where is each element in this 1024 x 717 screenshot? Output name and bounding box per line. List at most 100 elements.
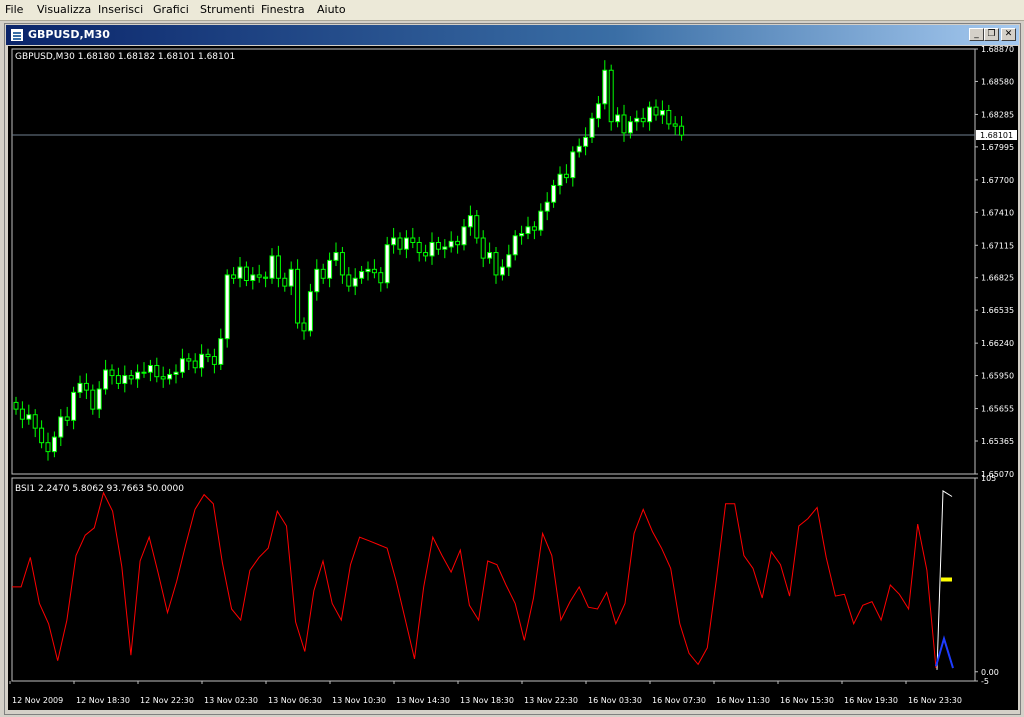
- menu-visualizza[interactable]: Visualizza: [37, 3, 91, 16]
- price-axis-label: 1.66240: [981, 339, 1014, 348]
- candle-body: [352, 277, 358, 287]
- candle-body: [474, 215, 480, 239]
- time-axis-label: 13 Nov 10:30: [332, 696, 386, 705]
- indicator-axis-label: 105: [981, 474, 996, 483]
- candle-body: [282, 277, 288, 287]
- time-axis-label: 13 Nov 02:30: [204, 696, 258, 705]
- candle-body: [128, 375, 134, 380]
- candle-body: [45, 442, 51, 453]
- candle-body: [531, 226, 537, 231]
- candle-body: [371, 268, 377, 274]
- candle-body: [77, 382, 83, 393]
- candle-body: [192, 360, 198, 369]
- menu-aiuto[interactable]: Aiuto: [317, 3, 346, 16]
- candle-body: [634, 117, 640, 123]
- menu-finestra[interactable]: Finestra: [261, 3, 305, 16]
- candle-body: [640, 117, 646, 123]
- candle-body: [659, 110, 665, 116]
- candle-body: [19, 408, 25, 420]
- candle-body: [179, 358, 185, 373]
- indicator-blue-line: [935, 635, 954, 669]
- menu-strumenti[interactable]: Strumenti: [200, 3, 255, 16]
- candle-body: [627, 121, 633, 134]
- candle-body: [269, 255, 275, 279]
- time-axis-label: 16 Nov 07:30: [652, 696, 706, 705]
- candle-body: [672, 123, 678, 127]
- candle-body: [595, 103, 601, 119]
- candle-body: [359, 271, 365, 279]
- candle-body: [122, 375, 128, 384]
- candle-body: [307, 291, 313, 332]
- candle-body: [615, 114, 621, 123]
- candle-body: [301, 322, 307, 332]
- current-price-label: 1.68101: [980, 131, 1013, 140]
- candle-body: [384, 244, 390, 284]
- candle-body: [39, 427, 45, 444]
- candle-body: [96, 388, 102, 410]
- price-axis-label: 1.66825: [981, 274, 1014, 283]
- candle-body: [167, 373, 173, 380]
- candle-body: [589, 117, 595, 138]
- time-axis-label: 16 Nov 11:30: [716, 696, 770, 705]
- candle-body: [538, 210, 544, 231]
- candle-body: [205, 353, 211, 358]
- candle-body: [103, 369, 109, 390]
- price-axis-label: 1.65365: [981, 437, 1014, 446]
- candle-body: [499, 266, 505, 276]
- indicator-axis-label: -5: [981, 677, 989, 686]
- restore-button[interactable]: ❐: [984, 28, 999, 41]
- minimize-button[interactable]: _: [969, 28, 984, 41]
- indicator-red-line: [12, 491, 937, 669]
- price-axis-label: 1.67115: [981, 241, 1014, 250]
- candle-body: [403, 237, 409, 250]
- candle-body: [26, 414, 32, 420]
- window-titlebar[interactable]: GBPUSD,M30 _ ❐ ✕: [6, 25, 1019, 45]
- candle-body: [679, 125, 685, 136]
- candle-body: [320, 268, 326, 279]
- candle-body: [173, 371, 179, 375]
- candle-body: [397, 237, 403, 250]
- candle-body: [90, 389, 96, 410]
- candle-body: [115, 375, 121, 384]
- menu-grafici[interactable]: Grafici: [153, 3, 189, 16]
- window-title: GBPUSD,M30: [28, 28, 110, 41]
- candle-body: [666, 110, 672, 125]
- candle-body: [141, 371, 147, 374]
- candle-body: [243, 266, 249, 282]
- price-axis-label: 1.67700: [981, 176, 1014, 185]
- price-axis-label: 1.68580: [981, 77, 1014, 86]
- price-axis-label: 1.67995: [981, 143, 1014, 152]
- candle-body: [333, 252, 339, 261]
- time-axis-label: 16 Nov 19:30: [844, 696, 898, 705]
- chart-area[interactable]: 1.68870 1.68580 1.68285 1.67995 1.67700 1.674…: [8, 45, 1018, 710]
- price-axis-label: 1.67410: [981, 208, 1014, 217]
- time-axis-label: 16 Nov 03:30: [588, 696, 642, 705]
- candle-body: [109, 369, 115, 377]
- time-axis-label: 12 Nov 2009: [12, 696, 63, 705]
- time-axis-label: 13 Nov 18:30: [460, 696, 514, 705]
- candle-body: [576, 145, 582, 153]
- candle-body: [480, 237, 486, 259]
- candle-body: [160, 376, 166, 380]
- candle-body: [435, 241, 441, 250]
- candle-body: [237, 266, 243, 279]
- candle-body: [506, 254, 512, 268]
- candle-body: [250, 274, 256, 282]
- chart-svg[interactable]: 1.68870 1.68580 1.68285 1.67995 1.67700 1.674…: [8, 45, 1018, 710]
- candle-body: [557, 173, 563, 186]
- candle-body: [583, 136, 589, 147]
- candle-body: [448, 240, 454, 248]
- candle-body: [186, 358, 192, 362]
- menu-inserisci[interactable]: Inserisci: [98, 3, 143, 16]
- candle-body: [487, 252, 493, 259]
- candle-body: [570, 151, 576, 179]
- candle-body: [519, 233, 525, 237]
- candle-body: [455, 240, 461, 246]
- candle-body: [71, 391, 77, 421]
- menu-file[interactable]: File: [5, 3, 23, 16]
- candle-body: [378, 272, 384, 284]
- close-button[interactable]: ✕: [1001, 28, 1016, 41]
- candle-body: [544, 201, 550, 212]
- indicator-panel-label: BSI1 2.2470 5.8062 93.7663 50.0000: [15, 484, 184, 494]
- price-axis-label: 1.65655: [981, 405, 1014, 414]
